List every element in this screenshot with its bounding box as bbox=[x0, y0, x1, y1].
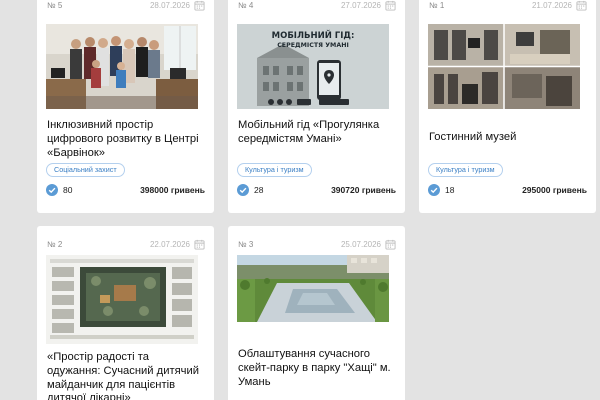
check-circle-icon bbox=[428, 184, 440, 196]
vote-count: 28 bbox=[254, 185, 264, 195]
project-number: № 2 bbox=[47, 239, 63, 249]
project-budget: 398000 гривень bbox=[140, 185, 205, 195]
project-card[interactable]: № 4 27.07.2026 МОБІЛЬНИЙ ГІД: СЕРЕДМІСТЯ… bbox=[228, 0, 405, 213]
project-card[interactable]: № 5 28.07.2026 Інклюзивний простір цифро… bbox=[37, 0, 214, 213]
project-title[interactable]: «Простір радості та одужання: Сучасний д… bbox=[47, 351, 205, 400]
project-title[interactable]: Облаштування сучасного скейт-парку в пар… bbox=[238, 348, 396, 389]
project-date: 27.07.2026 bbox=[340, 0, 381, 10]
project-number: № 3 bbox=[238, 239, 254, 249]
project-date: 28.07.2026 bbox=[149, 0, 190, 10]
category-tag[interactable]: Соціальний захист bbox=[46, 163, 125, 177]
category-tag[interactable]: Культура і туризм bbox=[428, 163, 503, 177]
project-photo[interactable] bbox=[428, 24, 580, 109]
project-date: 21.07.2026 bbox=[531, 0, 572, 10]
project-number: № 4 bbox=[238, 0, 254, 10]
project-poster[interactable]: МОБІЛЬНИЙ ГІД: СЕРЕДМІСТЯ УМАНІ bbox=[237, 24, 389, 109]
vote-count: 18 bbox=[445, 185, 455, 195]
calendar-icon bbox=[194, 239, 205, 250]
project-plan-image[interactable] bbox=[46, 255, 198, 344]
project-card[interactable]: № 1 21.07.2026 Гостинний музей Культура … bbox=[419, 0, 596, 213]
project-photo[interactable] bbox=[46, 24, 198, 109]
project-title[interactable]: Інклюзивний простір цифрового розвитку в… bbox=[47, 119, 205, 160]
project-budget: 295000 гривень bbox=[522, 185, 587, 195]
check-circle-icon bbox=[237, 184, 249, 196]
project-number: № 5 bbox=[47, 0, 63, 10]
calendar-icon bbox=[385, 239, 396, 250]
poster-title: МОБІЛЬНИЙ ГІД: СЕРЕДМІСТЯ УМАНІ bbox=[271, 31, 355, 49]
project-number: № 1 bbox=[429, 0, 445, 10]
project-title[interactable]: Мобільний гід «Прогулянка середмістям Ум… bbox=[238, 119, 396, 147]
project-card[interactable]: № 3 25.07.2026 Облаштування сучасного ск… bbox=[228, 226, 405, 400]
calendar-icon bbox=[385, 0, 396, 11]
project-budget: 390720 гривень bbox=[331, 185, 396, 195]
calendar-icon bbox=[194, 0, 205, 11]
project-card[interactable]: № 2 22.07.2026 «Простір радості та одужа… bbox=[37, 226, 214, 400]
vote-count: 80 bbox=[63, 185, 73, 195]
category-tag[interactable]: Культура і туризм bbox=[237, 163, 312, 177]
project-date: 25.07.2026 bbox=[340, 239, 381, 249]
project-render-image[interactable] bbox=[237, 255, 389, 322]
project-title[interactable]: Гостинний музей bbox=[429, 131, 587, 145]
project-date: 22.07.2026 bbox=[149, 239, 190, 249]
calendar-icon bbox=[576, 0, 587, 11]
check-circle-icon bbox=[46, 184, 58, 196]
